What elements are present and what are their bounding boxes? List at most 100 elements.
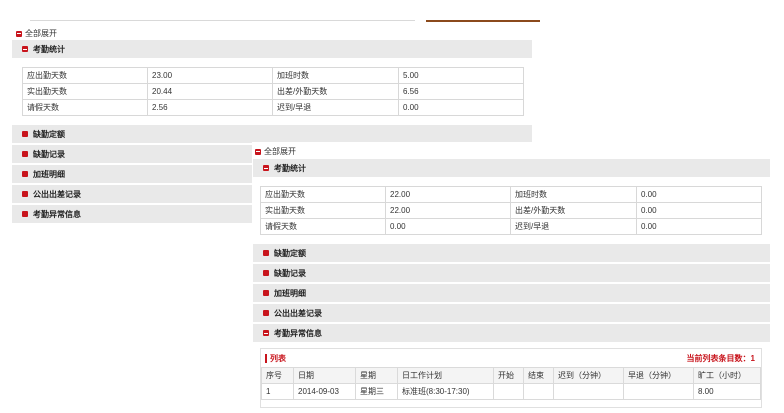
table-row: 实出勤天数 22.00 出差/外勤天数 0.00 [260, 202, 762, 219]
collapse-icon [22, 46, 28, 52]
stat-label: 应出勤天数 [260, 186, 386, 203]
section-business-trip-records[interactable]: 公出出差记录 [253, 304, 770, 323]
table-row: 请假天数 0.00 迟到/早退 0.00 [260, 218, 762, 235]
list-title-label: 列表 [270, 353, 286, 363]
section-label: 缺勤定额 [33, 129, 65, 139]
stat-label: 实出勤天数 [260, 202, 386, 219]
expand-all-toggle[interactable]: 全部展开 [255, 146, 296, 157]
expand-icon [263, 290, 269, 296]
stat-label: 出差/外勤天数 [510, 202, 637, 219]
section-label: 公出出差记录 [33, 189, 81, 199]
row-cell [493, 383, 524, 400]
expand-all-toggle[interactable]: 全部展开 [16, 28, 57, 39]
section-label: 缺勤记录 [33, 149, 65, 159]
stat-value: 0.00 [398, 99, 524, 116]
stat-value: 0.00 [385, 218, 511, 235]
table-row[interactable]: 1 2014-09-03 星期三 标准班(8:30-17:30) 8.00 [261, 383, 761, 400]
title-bar-icon [265, 353, 267, 363]
row-cell: 标准班(8:30-17:30) [397, 383, 494, 400]
table-header-row: 序号 日期 星期 日工作计划 开始 结束 迟到（分钟） 早退（分钟） 旷工（小时… [261, 367, 761, 384]
list-header: 列表 当前列表条目数：1 [261, 349, 761, 367]
table-row: 请假天数 2.56 迟到/早退 0.00 [22, 99, 524, 116]
column-header: 日工作计划 [397, 367, 494, 384]
section-label: 考勤统计 [274, 163, 306, 173]
stat-label: 实出勤天数 [22, 83, 148, 100]
stat-value: 0.00 [636, 186, 762, 203]
section-label: 考勤统计 [33, 44, 65, 54]
section-absence-quota[interactable]: 缺勤定额 [253, 244, 770, 263]
stat-label: 加班时数 [510, 186, 637, 203]
column-header: 星期 [355, 367, 398, 384]
front-panel: 全部展开 考勤统计 应出勤天数 22.00 加班时数 0.00 实出勤天数 22… [253, 143, 770, 413]
section-overtime-details[interactable]: 加班明细 [253, 284, 770, 303]
section-label: 加班明细 [33, 169, 65, 179]
exception-table: 序号 日期 星期 日工作计划 开始 结束 迟到（分钟） 早退（分钟） 旷工（小时… [261, 367, 761, 400]
row-cell: 1 [261, 383, 294, 400]
stat-label: 请假天数 [260, 218, 386, 235]
expand-icon [22, 191, 28, 197]
stat-value: 20.44 [147, 83, 273, 100]
section-absence-quota[interactable]: 缺勤定额 [12, 125, 532, 144]
stat-value: 6.56 [398, 83, 524, 100]
stat-value: 22.00 [385, 186, 511, 203]
stat-label: 出差/外勤天数 [272, 83, 399, 100]
expand-icon [263, 270, 269, 276]
stat-label: 迟到/早退 [510, 218, 637, 235]
column-header: 旷工（小时） [693, 367, 761, 384]
exception-list: 列表 当前列表条目数：1 序号 日期 星期 日工作计划 开始 结束 迟到（分钟）… [260, 348, 762, 408]
attendance-stats-table: 应出勤天数 23.00 加班时数 5.00 实出勤天数 20.44 出差/外勤天… [22, 67, 524, 116]
expand-icon [22, 151, 28, 157]
column-header: 开始 [493, 367, 524, 384]
expand-all-label: 全部展开 [264, 147, 296, 156]
stat-value: 0.00 [636, 218, 762, 235]
collapse-icon [16, 30, 22, 37]
collapse-icon [263, 330, 269, 336]
stat-value: 2.56 [147, 99, 273, 116]
expand-icon [22, 131, 28, 137]
section-attendance-stats[interactable]: 考勤统计 [12, 40, 532, 59]
stat-value: 5.00 [398, 67, 524, 84]
stat-label: 应出勤天数 [22, 67, 148, 84]
stat-label: 加班时数 [272, 67, 399, 84]
column-header: 日期 [293, 367, 356, 384]
list-count: 当前列表条目数：1 [686, 353, 755, 363]
stat-value: 0.00 [636, 202, 762, 219]
collapse-icon [255, 148, 261, 155]
stat-label: 请假天数 [22, 99, 148, 116]
section-attendance-stats[interactable]: 考勤统计 [253, 159, 770, 178]
expand-icon [263, 310, 269, 316]
column-header: 序号 [261, 367, 294, 384]
top-accent-bar [426, 20, 540, 22]
top-divider [30, 20, 415, 21]
list-title: 列表 [265, 353, 286, 364]
row-cell [553, 383, 624, 400]
table-row: 实出勤天数 20.44 出差/外勤天数 6.56 [22, 83, 524, 100]
attendance-stats-table: 应出勤天数 22.00 加班时数 0.00 实出勤天数 22.00 出差/外勤天… [260, 186, 762, 235]
section-attendance-exceptions[interactable]: 考勤异常信息 [253, 324, 770, 343]
column-header: 迟到（分钟） [553, 367, 624, 384]
section-absence-records[interactable]: 缺勤记录 [253, 264, 770, 283]
section-label: 缺勤定额 [274, 248, 306, 258]
section-label: 公出出差记录 [274, 308, 322, 318]
section-label: 加班明细 [274, 288, 306, 298]
expand-icon [22, 171, 28, 177]
row-cell: 8.00 [693, 383, 761, 400]
table-row: 应出勤天数 22.00 加班时数 0.00 [260, 186, 762, 203]
stat-value: 23.00 [147, 67, 273, 84]
expand-icon [22, 211, 28, 217]
section-label: 缺勤记录 [274, 268, 306, 278]
row-cell: 2014-09-03 [293, 383, 356, 400]
stat-label: 迟到/早退 [272, 99, 399, 116]
expand-all-label: 全部展开 [25, 29, 57, 38]
section-label: 考勤异常信息 [33, 209, 81, 219]
column-header: 早退（分钟） [623, 367, 694, 384]
stat-value: 22.00 [385, 202, 511, 219]
section-label: 考勤异常信息 [274, 328, 322, 338]
collapse-icon [263, 165, 269, 171]
column-header: 结束 [523, 367, 554, 384]
row-cell: 星期三 [355, 383, 398, 400]
table-row: 应出勤天数 23.00 加班时数 5.00 [22, 67, 524, 84]
expand-icon [263, 250, 269, 256]
row-cell [523, 383, 554, 400]
row-cell [623, 383, 694, 400]
